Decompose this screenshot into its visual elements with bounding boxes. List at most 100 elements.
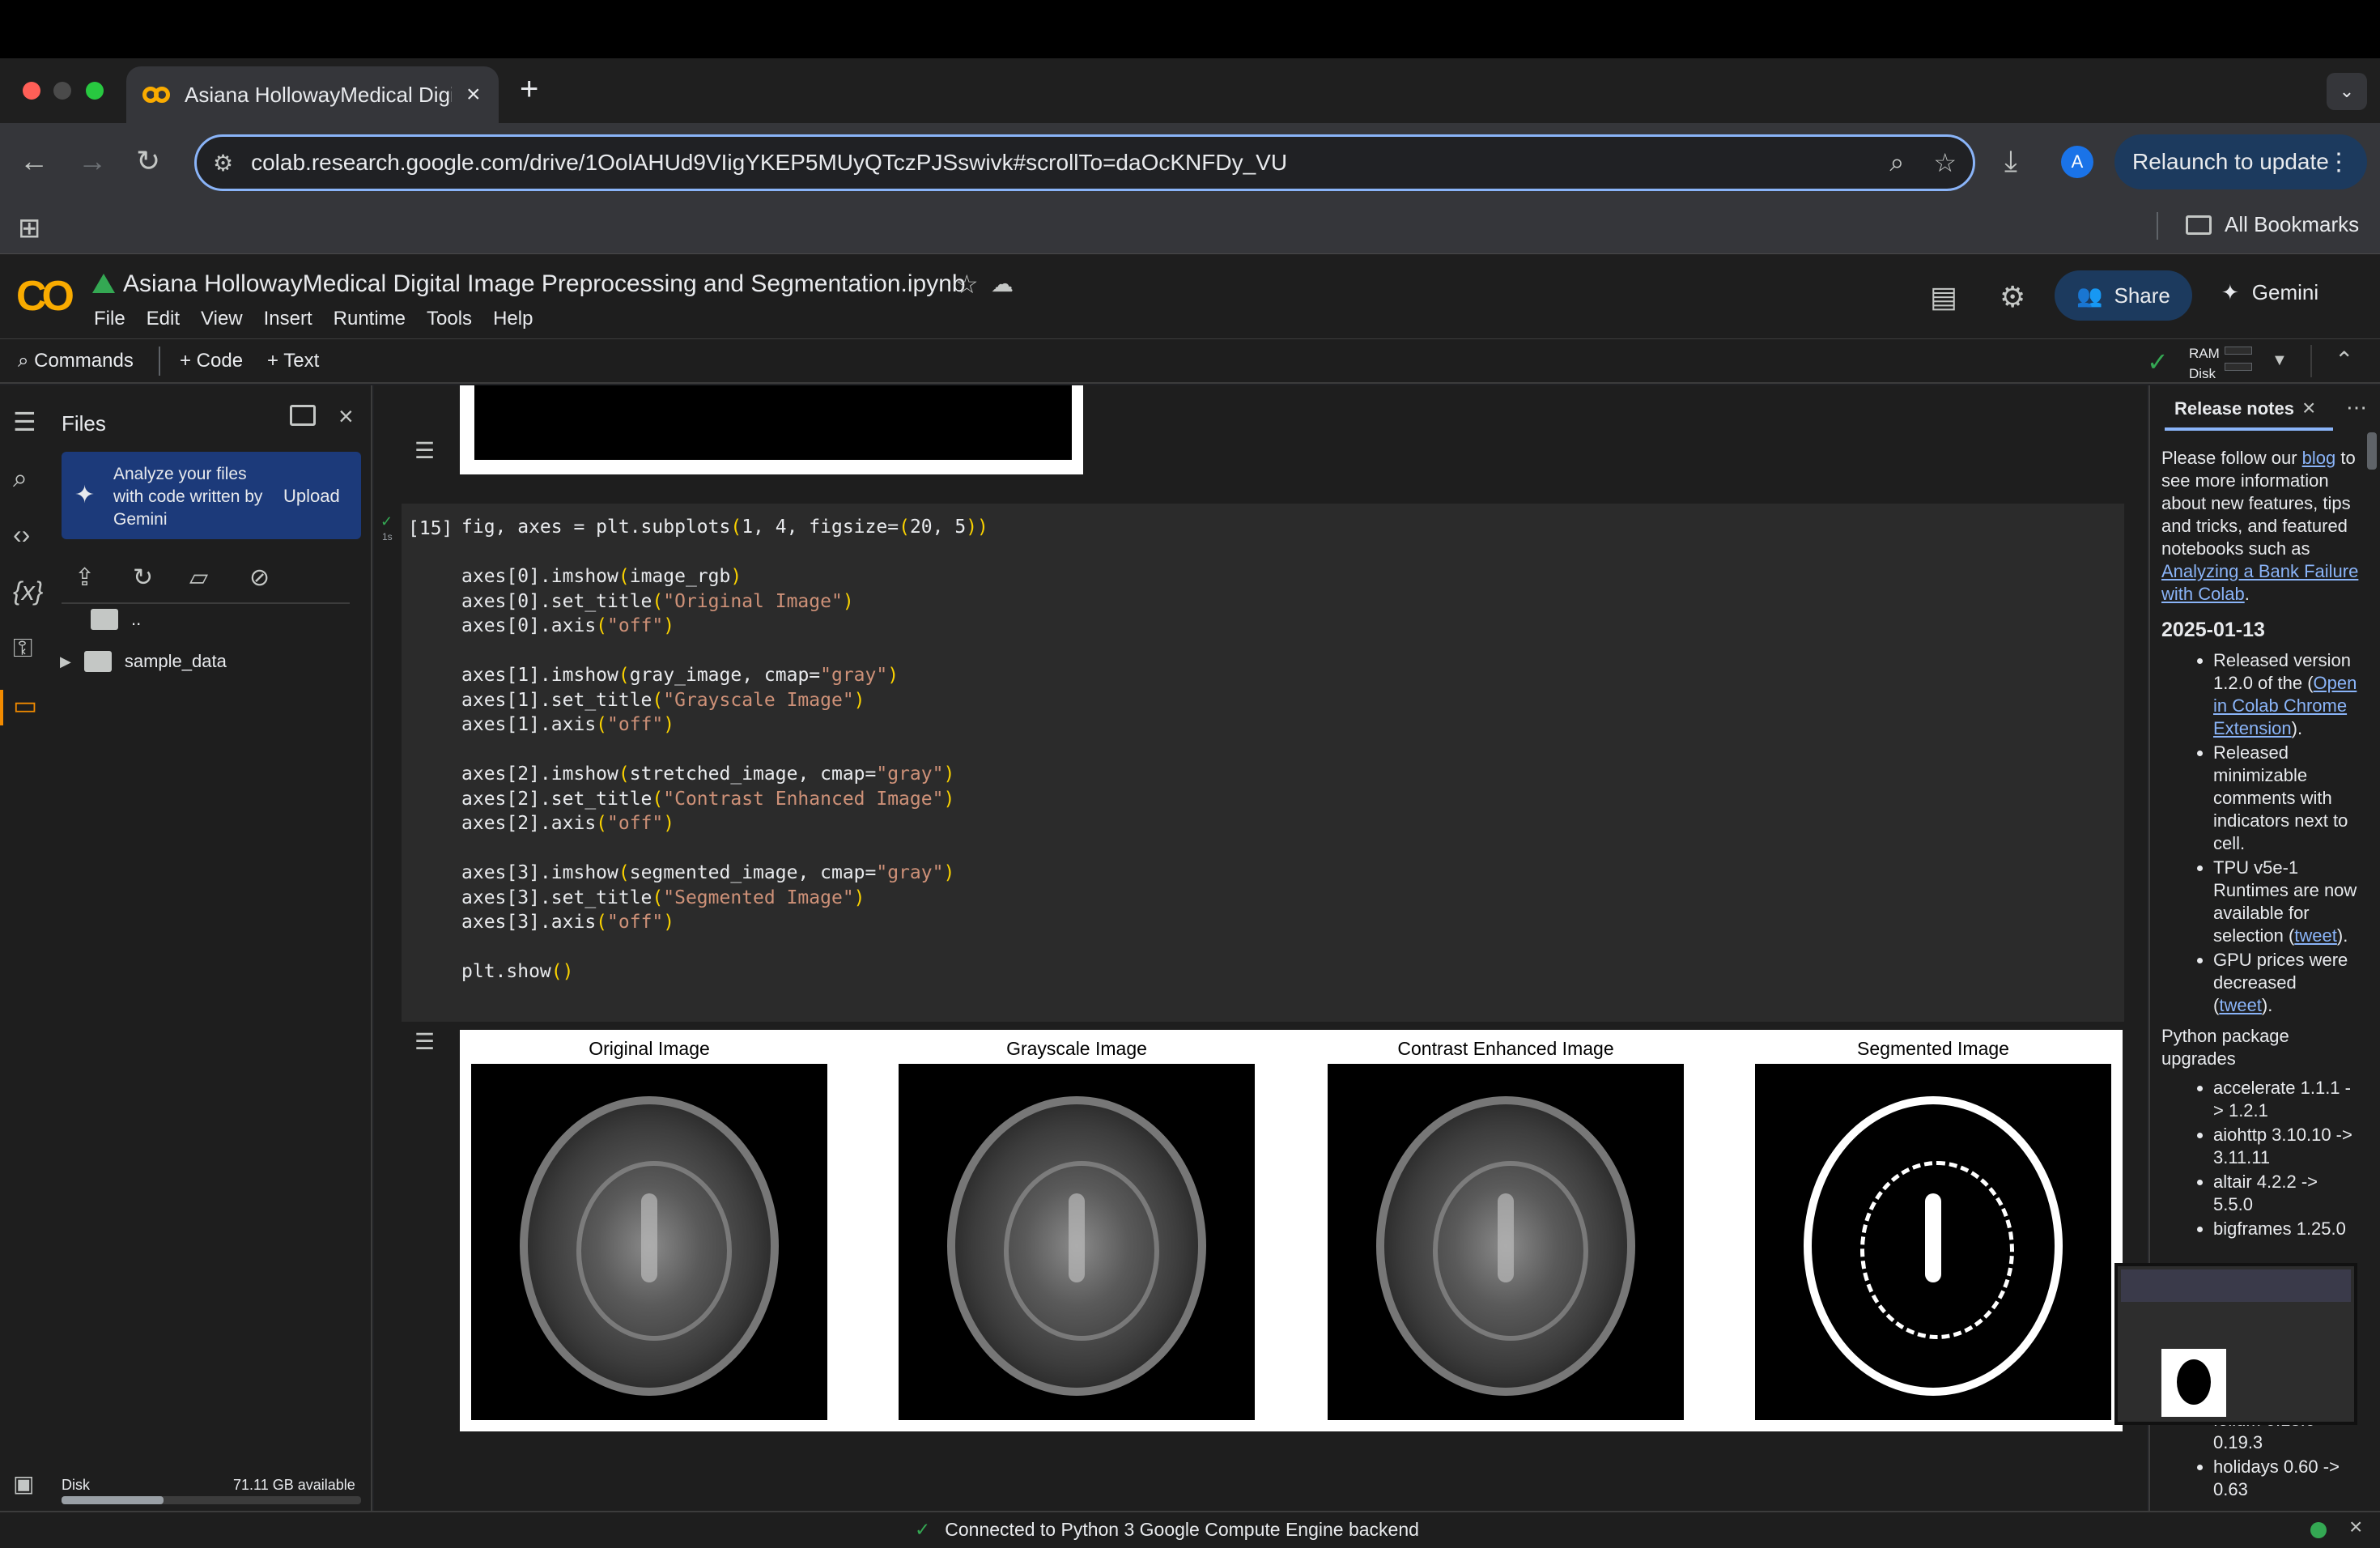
code-line: axes[1].set_title("Grayscale Image") (461, 688, 988, 713)
terminal-icon[interactable]: ▣ (13, 1470, 34, 1497)
variables-icon[interactable]: {x} (13, 576, 43, 606)
apps-grid-icon[interactable]: ⊞ (18, 212, 41, 245)
forward-icon[interactable]: → (78, 144, 107, 178)
code-line: axes[2].axis("off") (461, 811, 988, 836)
menu-insert[interactable]: Insert (264, 308, 312, 330)
gemini-upload-button[interactable]: Upload (283, 486, 340, 507)
files-panel (53, 385, 372, 1511)
drive-icon[interactable] (92, 274, 115, 293)
code-token: ( (618, 763, 630, 785)
share-button[interactable]: 👥 Share (2055, 270, 2192, 321)
release-notes-tab[interactable]: Release notes (2174, 398, 2294, 419)
expand-arrow-icon[interactable]: ▶ (60, 653, 71, 670)
code-editor[interactable]: fig, axes = plt.subplots(1, 4, figsize=(… (461, 515, 988, 985)
find-replace-icon[interactable]: ⌕ (13, 463, 28, 494)
files-divider (62, 602, 350, 604)
upload-file-icon[interactable]: ⇪ (74, 563, 95, 592)
relaunch-label: Relaunch to update (2132, 149, 2329, 174)
new-tab-button[interactable]: + (520, 71, 538, 108)
browser-tab[interactable]: Asiana HollowayMedical Digit × (126, 66, 499, 123)
cloud-saved-icon[interactable]: ☁ (991, 270, 1014, 297)
code-line: plt.show() (461, 959, 988, 985)
subplot-title-segmented: Segmented Image (1857, 1038, 2009, 1059)
release-notes-close-icon[interactable]: × (2302, 395, 2315, 421)
relaunch-button[interactable]: Relaunch to update ⋮ (2114, 134, 2367, 189)
close-panel-icon[interactable]: × (338, 402, 354, 432)
subplot-title-original: Original Image (589, 1038, 710, 1059)
menu-view[interactable]: View (201, 308, 243, 330)
cell-exec-count[interactable]: [15] (408, 518, 453, 539)
notebook-title[interactable]: Asiana HollowayMedical Digital Image Pre… (123, 270, 966, 298)
code-line: axes[0].set_title("Original Image") (461, 589, 988, 615)
close-window-button[interactable] (23, 82, 40, 100)
output-actions-icon-2[interactable]: ☰ (414, 1028, 435, 1055)
code-token: ( (899, 517, 910, 538)
zoom-icon[interactable]: ⌕ (1889, 147, 1904, 178)
tab-close-icon[interactable]: × (466, 81, 481, 108)
code-token: "gray" (876, 862, 944, 883)
menu-runtime[interactable]: Runtime (334, 308, 406, 330)
mount-drive-icon[interactable]: ▱ (189, 563, 208, 592)
code-token: ( (652, 887, 664, 908)
open-in-tab-icon[interactable] (290, 405, 316, 426)
all-bookmarks-button[interactable]: All Bookmarks (2186, 212, 2359, 237)
download-icon[interactable]: ⤓ (2004, 144, 2017, 179)
profile-avatar[interactable]: A (2061, 146, 2093, 178)
code-snippets-icon[interactable]: ‹› (13, 520, 30, 550)
comment-icon[interactable]: ▤ (1930, 280, 1957, 314)
featured-notebook-link[interactable]: Analyzing a Bank Failure with Colab (2161, 561, 2358, 604)
bookmark-star-icon[interactable]: ☆ (1933, 147, 1957, 178)
tab-title: Asiana HollowayMedical Digit (185, 82, 452, 107)
code-token: axes[3].imshow (461, 862, 618, 883)
back-icon[interactable]: ← (19, 144, 49, 178)
menu-file[interactable]: File (94, 308, 125, 330)
colab-logo[interactable]: CO (16, 272, 74, 321)
status-close-icon[interactable]: × (2349, 1514, 2362, 1540)
maximize-window-button[interactable] (86, 82, 104, 100)
gemini-button[interactable]: ✦ Gemini (2221, 280, 2318, 305)
parent-dir-row[interactable]: .. (91, 609, 141, 630)
blog-link[interactable]: blog (2302, 448, 2336, 468)
menu-help[interactable]: Help (493, 308, 533, 330)
reload-icon[interactable]: ↻ (136, 144, 160, 178)
release-notes-scrollbar[interactable] (2367, 432, 2377, 470)
add-code-button[interactable]: + Code (180, 350, 243, 372)
table-of-contents-icon[interactable]: ☰ (13, 406, 36, 437)
output-actions-icon[interactable]: ☰ (414, 437, 435, 464)
intro-text-3: . (2244, 584, 2250, 604)
collapse-header-icon[interactable]: ⌃ (2335, 347, 2353, 373)
tweet-link[interactable]: tweet (2219, 995, 2262, 1015)
hide-files-icon[interactable]: ⊘ (249, 563, 270, 592)
code-line: axes[0].imshow(image_rgb) (461, 564, 988, 589)
secrets-key-icon[interactable]: ⚿ (13, 633, 32, 664)
active-rail-indicator (0, 690, 3, 725)
settings-gear-icon[interactable]: ⚙ (2000, 280, 2025, 314)
menu-tools[interactable]: Tools (427, 308, 472, 330)
refresh-icon[interactable]: ↻ (133, 563, 153, 592)
code-token: axes[2].imshow (461, 763, 618, 785)
more-vert-icon[interactable]: ⋮ (2327, 148, 2351, 176)
runtime-dropdown-icon[interactable]: ▼ (2272, 351, 2288, 370)
code-token: axes[1].imshow (461, 665, 618, 686)
menu-edit[interactable]: Edit (147, 308, 180, 330)
code-token: gray_image, cmap= (629, 665, 821, 686)
connection-status[interactable]: ✓ Connected to Python 3 Google Compute E… (915, 1519, 1419, 1541)
tweet-link[interactable]: tweet (2294, 925, 2337, 946)
minimize-window-button[interactable] (53, 82, 71, 100)
release-items-list: Released version 1.2.0 of the (Open in C… (2161, 649, 2361, 1017)
site-info-icon[interactable]: ⚙ (213, 150, 233, 176)
add-text-button[interactable]: + Text (267, 350, 319, 372)
code-line: axes[1].axis("off") (461, 712, 988, 738)
address-bar[interactable]: ⚙ colab.research.google.com/drive/1OolAH… (194, 134, 1975, 191)
star-icon[interactable]: ☆ (955, 269, 979, 300)
more-horiz-icon[interactable]: ⋯ (2346, 395, 2367, 420)
tab-search-button[interactable]: ⌄ (2327, 73, 2367, 110)
files-folder-icon[interactable]: ▭ (13, 690, 37, 721)
resource-meters[interactable] (2225, 347, 2252, 379)
resource-labels[interactable]: RAM Disk (2189, 343, 2220, 384)
commands-button[interactable]: ⌕ Commands (18, 350, 134, 372)
code-token: 20, 5 (909, 517, 967, 538)
sample-data-row[interactable]: ▶ sample_data (60, 651, 227, 672)
